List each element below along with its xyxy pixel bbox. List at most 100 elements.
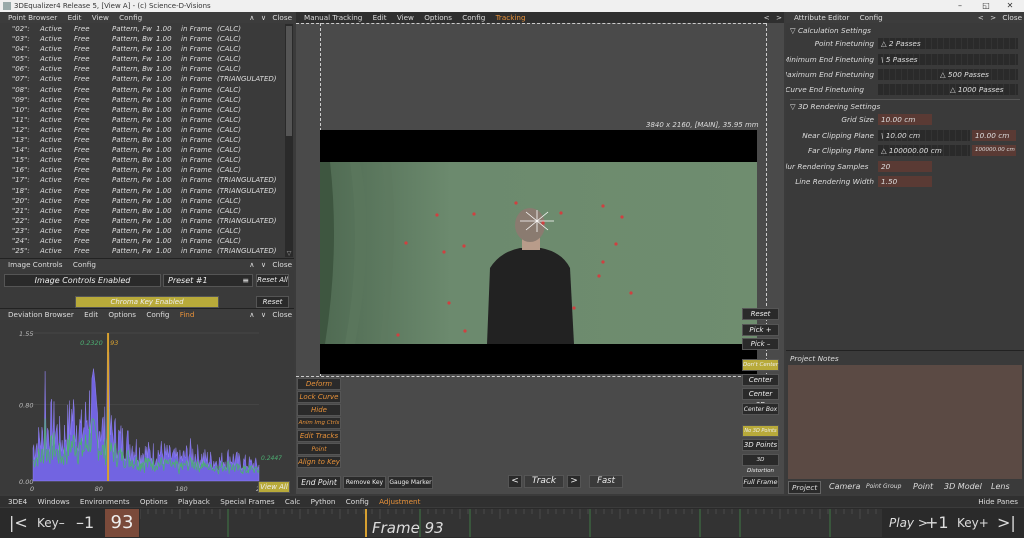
close-panel-button[interactable]: Close: [272, 259, 292, 270]
last-frame-button[interactable]: >|: [997, 513, 1016, 532]
point-row[interactable]: "07": Active Free Pattern, Fw 1.00 in Frame (T…: [0, 74, 284, 84]
preset-select[interactable]: Preset #1 ≡: [163, 274, 253, 287]
align-to-key-button[interactable]: Align to Key: [297, 456, 341, 468]
max-end-finetuning-slider[interactable]: △ 500 Passes: [878, 69, 1018, 80]
close-panel-button[interactable]: Close: [272, 309, 292, 320]
point-row[interactable]: "15": Active Free Pattern, Bw 1.00 in Frame (C…: [0, 155, 284, 165]
manual-tracking-title[interactable]: Manual Tracking: [304, 12, 362, 23]
reset-view-button[interactable]: Reset: [742, 308, 779, 320]
hide-button[interactable]: Hide: [297, 404, 341, 416]
viewport-image[interactable]: [320, 130, 757, 374]
collapse-down-button[interactable]: ∨: [261, 259, 266, 270]
current-frame-marker[interactable]: [365, 509, 367, 537]
point-row[interactable]: "17": Active Free Pattern, Fw 1.00 in Frame (T…: [0, 175, 284, 185]
point-row[interactable]: "24": Active Free Pattern, Fw 1.00 in Frame (C…: [0, 236, 284, 246]
attribute-editor-title[interactable]: Attribute Editor: [794, 12, 849, 23]
point-row[interactable]: "10": Active Free Pattern, Bw 1.00 in Frame (C…: [0, 105, 284, 115]
center-box-button[interactable]: Center Box: [742, 403, 779, 415]
point-row[interactable]: "04": Active Free Pattern, Fw 1.00 in Frame (C…: [0, 44, 284, 54]
minimize-button[interactable]: –: [948, 0, 972, 12]
point-row[interactable]: "22": Active Free Pattern, Fw 1.00 in Frame (T…: [0, 216, 284, 226]
image-controls-enabled-toggle[interactable]: Image Controls Enabled: [4, 274, 161, 287]
point-row[interactable]: "11": Active Free Pattern, Fw 1.00 in Frame (C…: [0, 115, 284, 125]
grid-size-field[interactable]: 10.00 cm: [878, 114, 932, 125]
point-row[interactable]: "03": Active Free Pattern, Bw 1.00 in Frame (C…: [0, 34, 284, 44]
track-forward-button[interactable]: >: [567, 475, 581, 488]
end-point-button[interactable]: End Point: [297, 476, 341, 489]
tab-point-group[interactable]: Point Group: [866, 483, 901, 490]
far-clipping-slider[interactable]: △ 100000.00 cm: [878, 145, 970, 156]
point-row[interactable]: "12": Active Free Pattern, Fw 1.00 in Frame (C…: [0, 125, 284, 135]
track-backward-button[interactable]: <: [508, 475, 522, 488]
menu-config[interactable]: Config: [860, 12, 883, 23]
menu-view[interactable]: View: [92, 12, 109, 23]
motionblur-samples-field[interactable]: 20: [878, 161, 932, 172]
point-row[interactable]: "08": Active Free Pattern, Fw 1.00 in Frame (C…: [0, 85, 284, 95]
gauge-marker-button[interactable]: Gauge Marker: [388, 476, 433, 489]
reset-all-button[interactable]: Reset All: [256, 274, 289, 287]
tab-camera[interactable]: Camera: [829, 482, 860, 491]
point-row[interactable]: "14": Active Free Pattern, Fw 1.00 in Frame (C…: [0, 145, 284, 155]
menu-options[interactable]: Options: [424, 12, 452, 23]
3d-points-button[interactable]: 3D Points: [742, 439, 779, 451]
point-row[interactable]: "16": Active Free Pattern, Fw 1.00 in Frame (C…: [0, 165, 284, 175]
maximize-button[interactable]: ◱: [974, 0, 998, 12]
menu-config[interactable]: Config: [119, 12, 142, 23]
close-window-button[interactable]: ✕: [998, 0, 1022, 12]
no-3d-points-button[interactable]: No 3D Points: [742, 425, 779, 437]
collapse-up-button[interactable]: ∧: [249, 259, 254, 270]
prev-key-button[interactable]: Key–: [37, 516, 65, 530]
deviation-chart[interactable]: 1.550.800.000801802800.2320930.2447: [1, 321, 293, 494]
menu-config[interactable]: Config: [462, 12, 485, 23]
play-button[interactable]: Play >: [889, 516, 928, 530]
3d-rendering-settings-header[interactable]: ▽ 3D Rendering Settings: [790, 102, 880, 111]
menu-python[interactable]: Python: [311, 496, 336, 507]
point-list-scrollbar[interactable]: ▽: [285, 24, 293, 257]
project-notes-textarea[interactable]: [788, 365, 1022, 479]
point-defaults-button[interactable]: Point Defaults: [297, 443, 341, 464]
point-row[interactable]: "20": Active Free Pattern, Fw 1.00 in Frame (C…: [0, 196, 284, 206]
min-end-finetuning-slider[interactable]: \ 5 Passes: [878, 54, 1018, 65]
menu-config[interactable]: Config: [346, 496, 369, 507]
point-row[interactable]: "25": Active Free Pattern, Fw 1.00 in Frame (T…: [0, 246, 284, 256]
menu-calc[interactable]: Calc: [285, 496, 300, 507]
view-all-button[interactable]: View All: [258, 481, 290, 493]
point-row[interactable]: "02": Active Free Pattern, Fw 1.00 in Frame (C…: [0, 24, 284, 34]
track-button[interactable]: Track: [524, 475, 564, 488]
point-row[interactable]: "09": Active Free Pattern, Fw 1.00 in Frame (C…: [0, 95, 284, 105]
timeline-scrubber[interactable]: Frame 93: [140, 509, 882, 537]
collapse-down-button[interactable]: ∨: [261, 12, 266, 23]
plus-one-frame-button[interactable]: +1: [925, 513, 949, 532]
menu-options[interactable]: Options: [140, 496, 168, 507]
menu-edit[interactable]: Edit: [373, 12, 387, 23]
menu-adjustment[interactable]: Adjustment: [379, 496, 420, 507]
lock-curve-button[interactable]: Lock Curve: [297, 391, 341, 403]
menu-edit[interactable]: Edit: [84, 309, 98, 320]
close-panel-button[interactable]: Close: [1002, 12, 1022, 23]
point-row[interactable]: "23": Active Free Pattern, Fw 1.00 in Frame (C…: [0, 226, 284, 236]
menu-environments[interactable]: Environments: [80, 496, 130, 507]
center-3d-button[interactable]: Center 3D: [742, 388, 779, 409]
calculation-settings-header[interactable]: ▽ Calculation Settings: [790, 26, 871, 35]
tab-point[interactable]: Point: [913, 482, 933, 491]
chroma-key-toggle[interactable]: Chroma Key Enabled: [75, 296, 219, 308]
menu-edit[interactable]: Edit: [68, 12, 82, 23]
point-finetuning-slider[interactable]: △ 2 Passes: [878, 38, 1018, 49]
edit-tracks-button[interactable]: Edit Tracks: [297, 430, 341, 442]
collapse-up-button[interactable]: ∧: [249, 12, 254, 23]
prev-arrow-button[interactable]: <: [978, 12, 984, 23]
near-clipping-field[interactable]: 10.00 cm: [972, 130, 1016, 141]
remove-key-button[interactable]: Remove Key: [343, 476, 386, 489]
menu-find[interactable]: Find: [180, 309, 195, 320]
menu-view[interactable]: View: [397, 12, 414, 23]
menu-options[interactable]: Options: [108, 309, 136, 320]
close-panel-button[interactable]: Close: [272, 12, 292, 23]
point-row[interactable]: "18": Active Free Pattern, Fw 1.00 in Frame (T…: [0, 186, 284, 196]
fast-toggle[interactable]: Fast: [589, 475, 623, 488]
far-clipping-field[interactable]: 100000.00 cm: [972, 145, 1016, 156]
platform-curve-finetuning-slider[interactable]: △ 1000 Passes: [878, 84, 1018, 95]
near-clipping-slider[interactable]: \ 10.00 cm: [878, 130, 970, 141]
collapse-down-button[interactable]: ∨: [261, 309, 266, 320]
point-row[interactable]: "05": Active Free Pattern, Fw 1.00 in Frame (C…: [0, 54, 284, 64]
center-2d-button[interactable]: Center 2D: [742, 374, 779, 395]
